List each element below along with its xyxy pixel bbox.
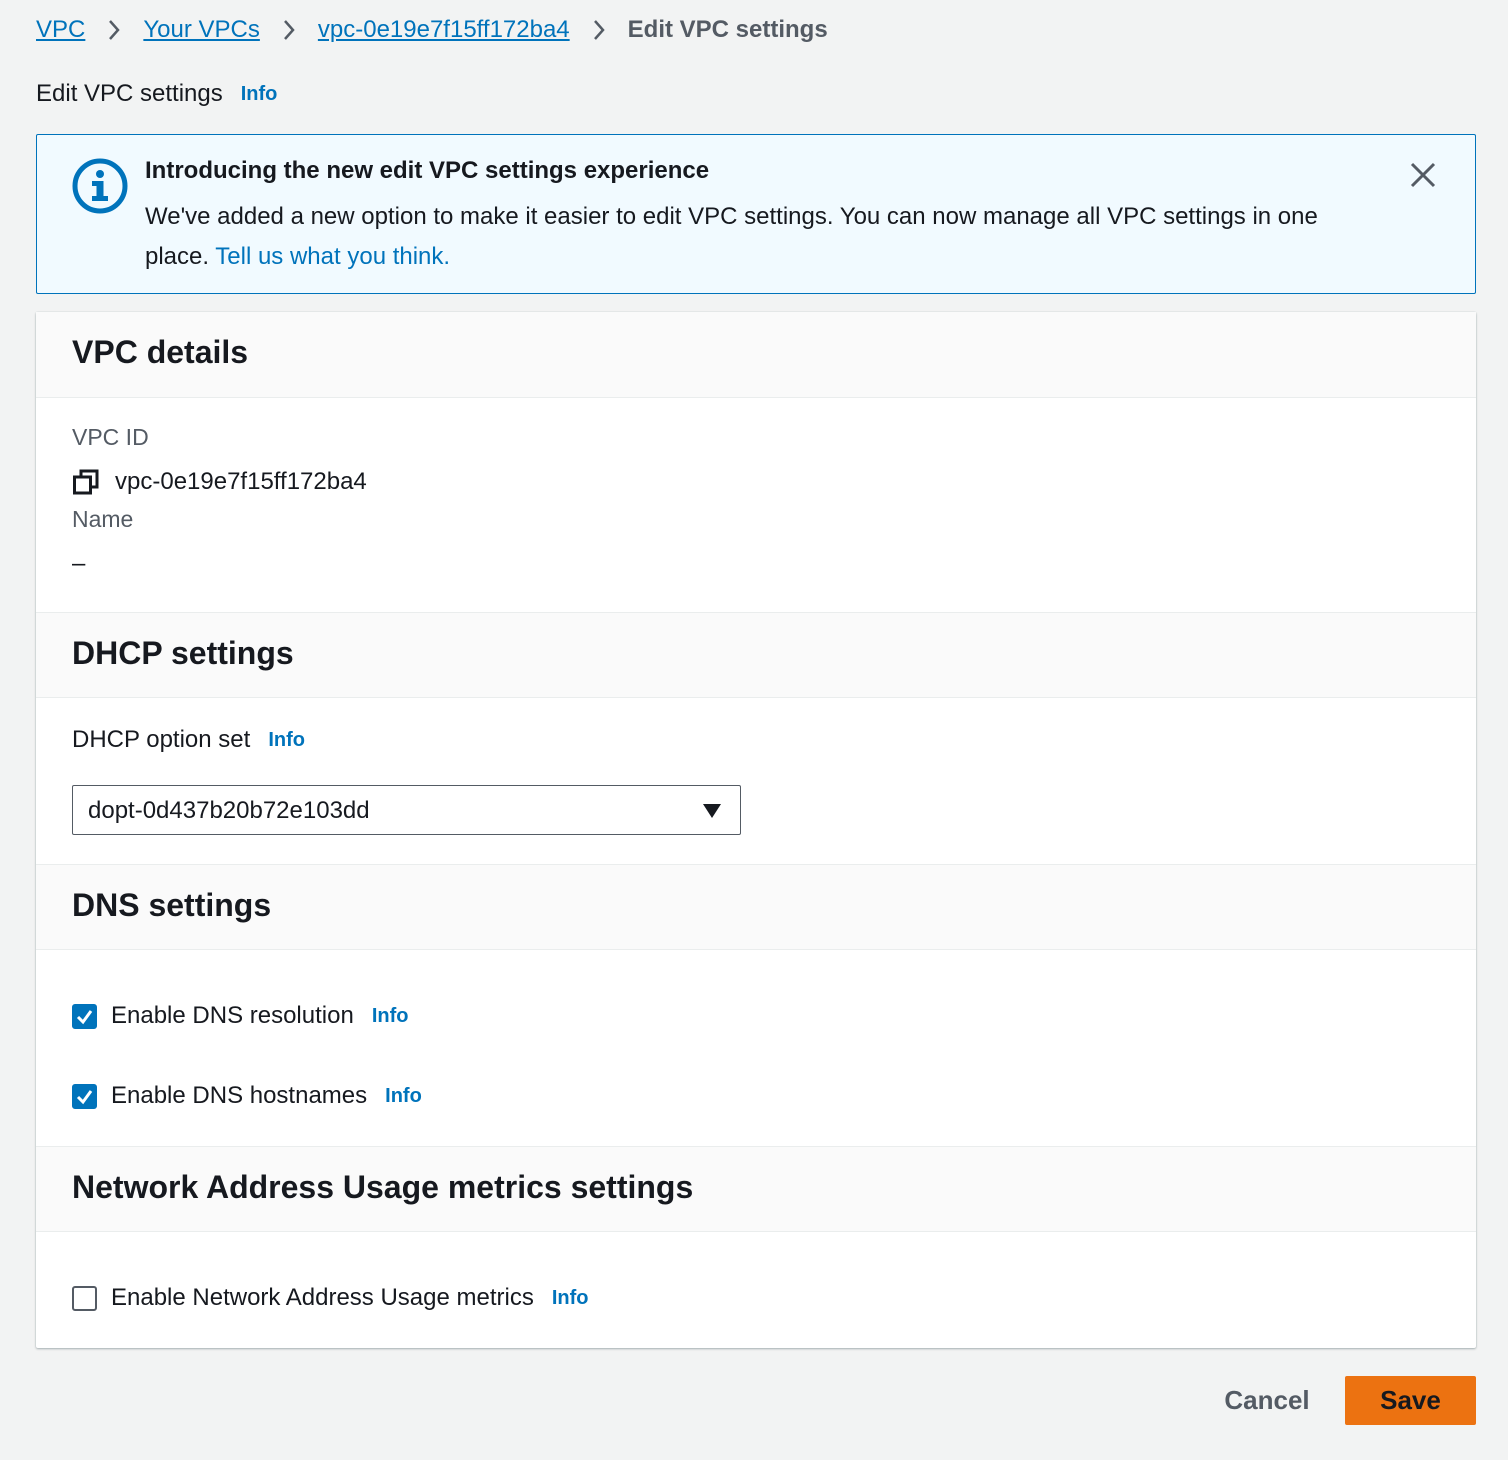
info-circle-icon (71, 157, 129, 215)
info-flash-banner: Introducing the new edit VPC settings ex… (36, 134, 1476, 294)
flash-body: We've added a new option to make it easi… (145, 197, 1375, 277)
feedback-link[interactable]: Tell us what you think. (215, 243, 450, 270)
close-icon[interactable] (1409, 161, 1437, 189)
caret-down-icon (702, 803, 722, 819)
breadcrumb-vpc-id[interactable]: vpc-0e19e7f15ff172ba4 (318, 16, 570, 44)
checkmark-icon (76, 1089, 93, 1104)
dhcp-option-set-value: dopt-0d437b20b72e103dd (88, 797, 370, 824)
name-value: – (72, 550, 86, 577)
chevron-right-icon (570, 19, 628, 41)
dhcp-settings-heading: DHCP settings (72, 635, 294, 671)
vpc-id-label: VPC ID (72, 424, 149, 450)
vpc-settings-form: VPC details VPC ID vpc-0e19e7f15ff172ba4… (36, 312, 1476, 1348)
dhcp-settings-header: DHCP settings (36, 612, 1476, 698)
dns-resolution-label[interactable]: Enable DNS resolution (111, 1002, 354, 1030)
dns-hostnames-checkbox[interactable] (72, 1083, 97, 1109)
dhcp-option-set-select[interactable]: dopt-0d437b20b72e103dd (72, 785, 741, 835)
chevron-right-icon (85, 19, 143, 41)
nau-metrics-row: Enable Network Address Usage metrics Inf… (72, 1284, 589, 1312)
dhcp-info-link[interactable]: Info (268, 729, 305, 752)
dns-resolution-row: Enable DNS resolution Info (72, 1002, 408, 1030)
breadcrumb-current: Edit VPC settings (627, 16, 828, 43)
dns-settings-header: DNS settings (36, 864, 1476, 950)
vpc-details-heading: VPC details (72, 334, 249, 370)
dhcp-option-set-label: DHCP option set (72, 726, 251, 753)
breadcrumb-your-vpcs[interactable]: Your VPCs (143, 16, 260, 44)
page-info-link[interactable]: Info (241, 83, 278, 106)
dns-hostnames-info-link[interactable]: Info (385, 1085, 422, 1108)
nau-settings-heading: Network Address Usage metrics settings (72, 1169, 694, 1205)
dns-hostnames-label[interactable]: Enable DNS hostnames (111, 1082, 367, 1110)
nau-metrics-checkbox[interactable] (72, 1285, 97, 1311)
save-button[interactable]: Save (1345, 1376, 1476, 1425)
dhcp-option-set-label-row: DHCP option set Info (72, 726, 305, 754)
nau-metrics-info-link[interactable]: Info (552, 1287, 589, 1310)
page-title: Edit VPC settings (36, 80, 223, 107)
vpc-id-value: vpc-0e19e7f15ff172ba4 (115, 468, 367, 495)
copy-icon[interactable] (72, 468, 100, 496)
dns-hostnames-row: Enable DNS hostnames Info (72, 1082, 422, 1110)
name-label: Name (72, 506, 134, 532)
dns-settings-heading: DNS settings (72, 887, 272, 923)
flash-title: Introducing the new edit VPC settings ex… (145, 157, 710, 184)
page-header: Edit VPC settings Info (36, 74, 277, 114)
checkmark-icon (76, 1009, 93, 1024)
breadcrumb: VPC Your VPCs vpc-0e19e7f15ff172ba4 Edit… (36, 12, 828, 48)
chevron-right-icon (260, 19, 318, 41)
dns-resolution-checkbox[interactable] (72, 1003, 97, 1029)
nau-metrics-label[interactable]: Enable Network Address Usage metrics (111, 1284, 534, 1312)
nau-settings-header: Network Address Usage metrics settings (36, 1146, 1476, 1232)
dns-resolution-info-link[interactable]: Info (372, 1005, 409, 1028)
vpc-details-header: VPC details (36, 312, 1476, 398)
cancel-button[interactable]: Cancel (1218, 1376, 1316, 1424)
breadcrumb-vpc[interactable]: VPC (36, 16, 85, 44)
